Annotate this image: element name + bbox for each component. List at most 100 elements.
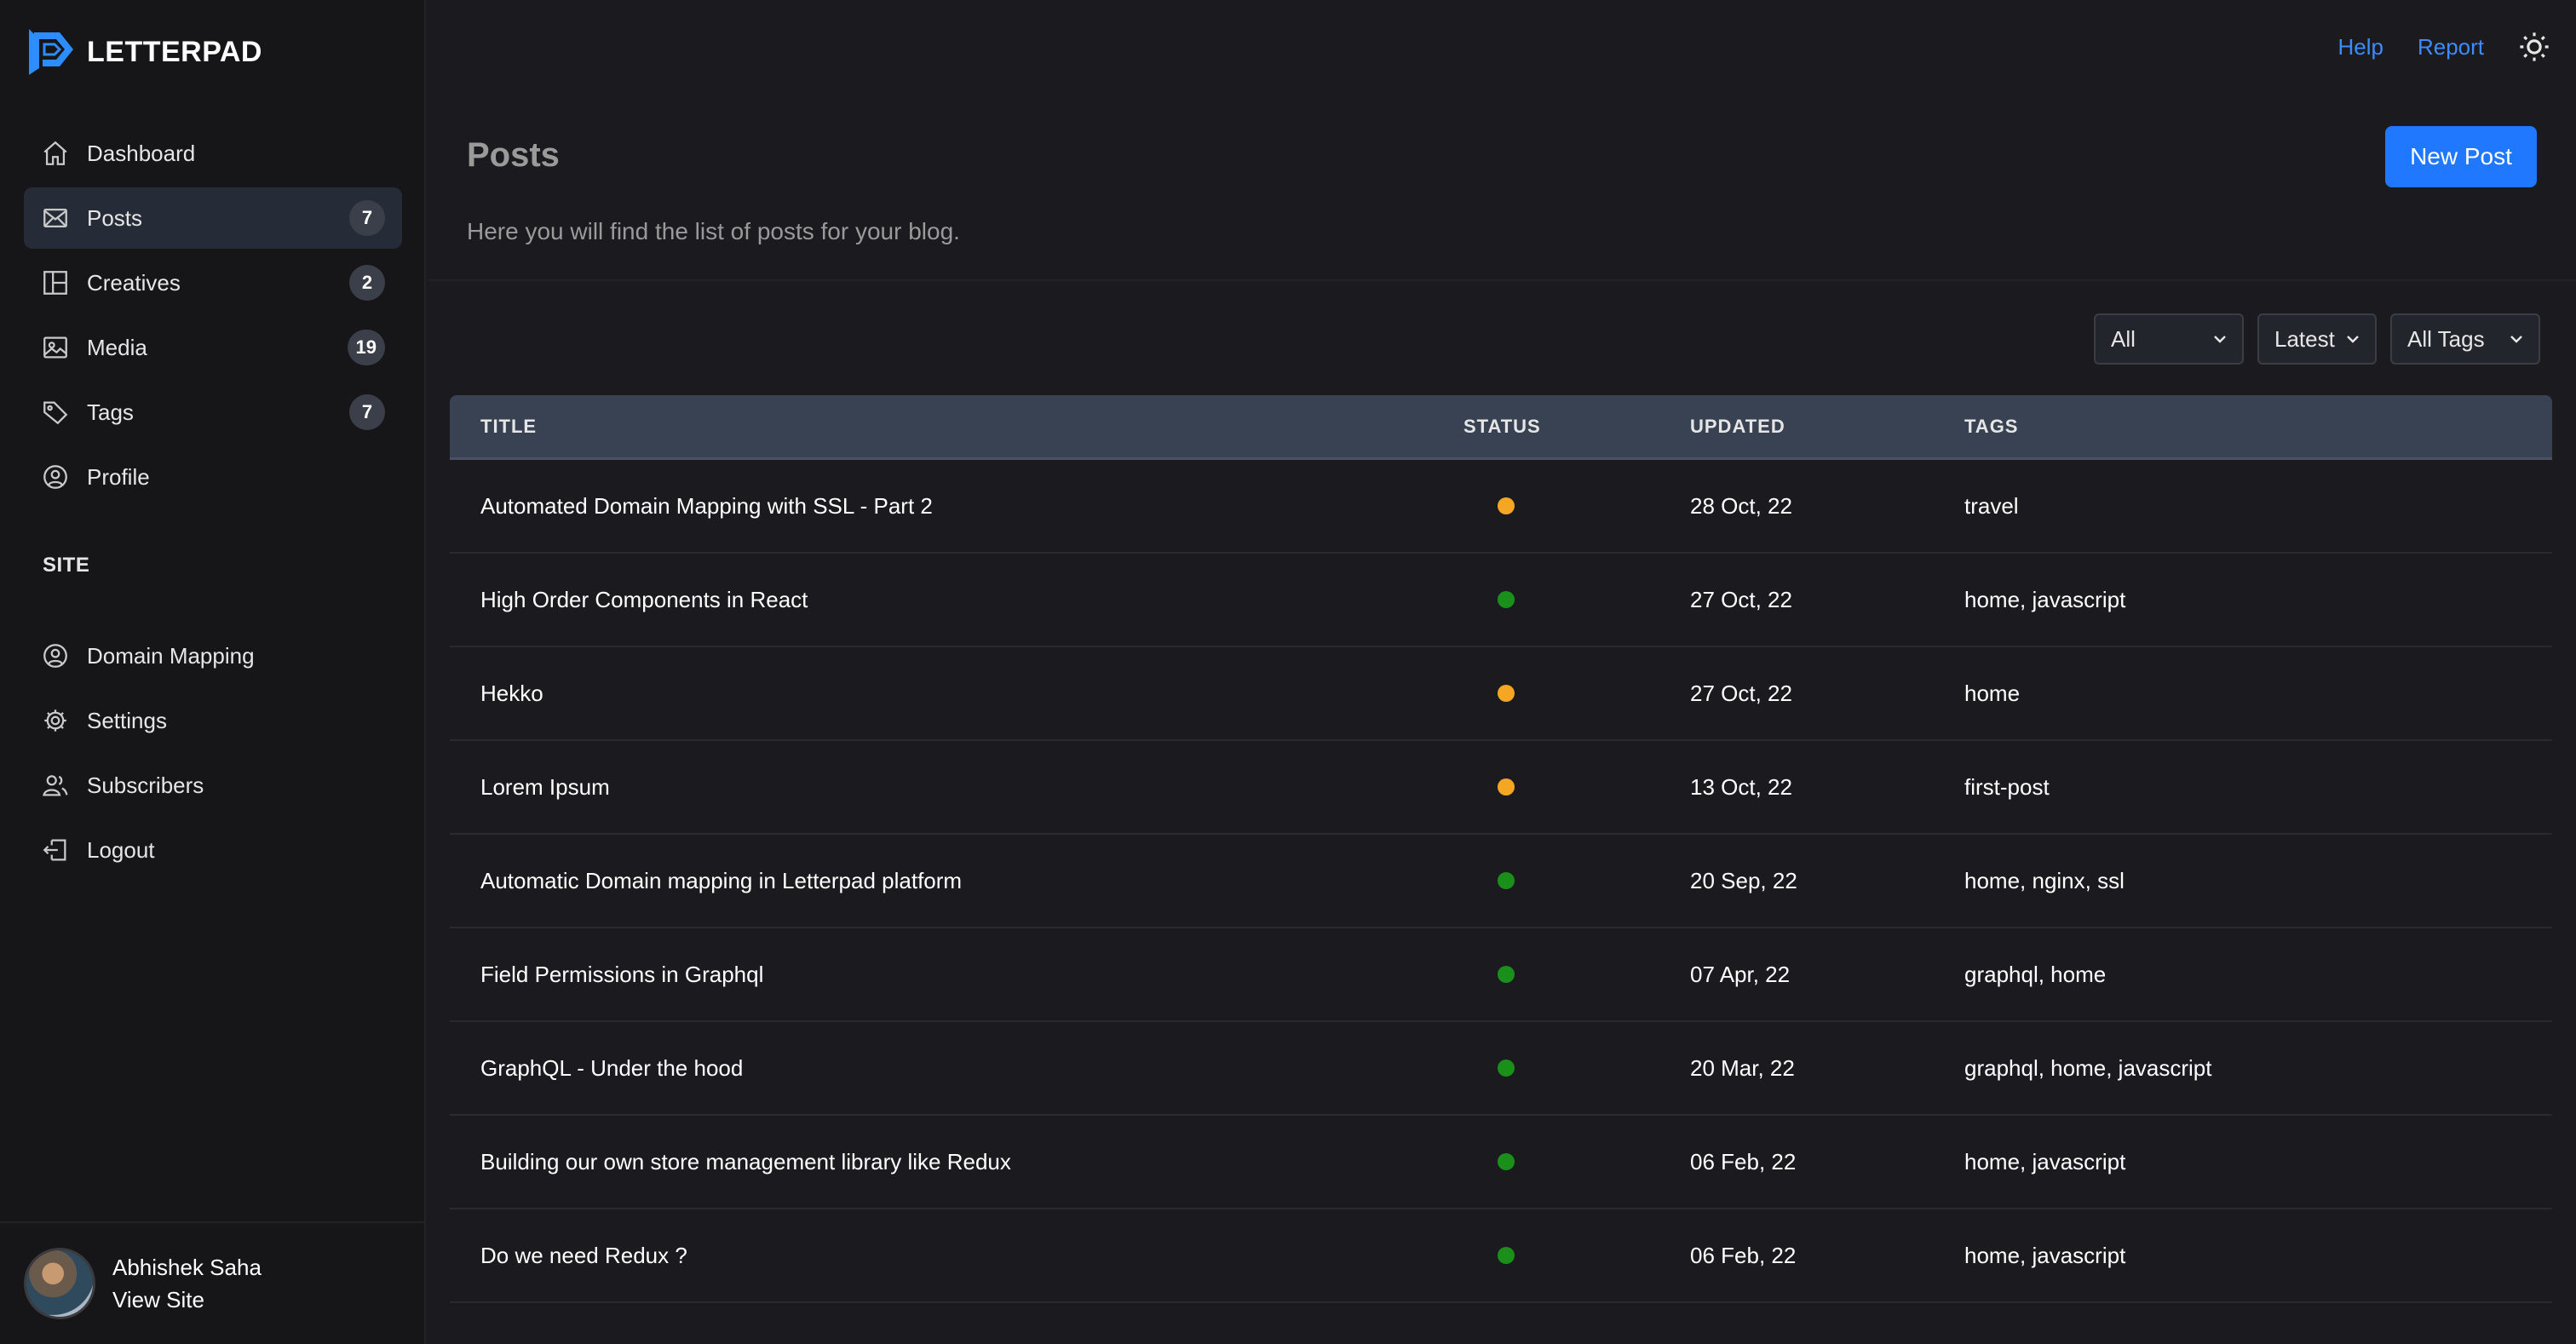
post-title[interactable]: Building our own store management librar… [450,1149,1463,1175]
logout-icon [41,836,70,864]
user-footer: Abhishek Saha View Site [0,1221,426,1344]
table-body: Automated Domain Mapping with SSL - Part… [450,460,2552,1303]
avatar[interactable] [24,1248,95,1319]
sun-icon[interactable] [2518,31,2550,63]
post-tags: first-post [1964,773,2050,800]
post-updated: 07 Apr, 22 [1690,961,1791,987]
status-cell [1463,1247,1690,1264]
post-title[interactable]: High Order Components in React [450,587,1463,613]
sidebar-item-profile[interactable]: Profile [24,446,402,508]
layout-icon [41,268,70,297]
count-badge: 7 [349,394,385,430]
column-header-tags[interactable]: TAGS [1964,416,2552,438]
posts-table: TITLE STATUS UPDATED TAGS Automated Doma… [450,395,2552,1303]
status-cell [1463,591,1690,608]
post-updated: 06 Feb, 22 [1690,1242,1797,1268]
users-icon [41,771,70,800]
main-nav: Dashboard Posts 7 Creatives 2 Media 19 T… [24,123,402,511]
table-row[interactable]: Building our own store management librar… [450,1116,2552,1209]
status-dot-draft [1498,778,1515,795]
help-link[interactable]: Help [2337,34,2383,60]
status-dot-published [1498,1247,1515,1264]
sidebar-item-label: Creatives [87,269,181,296]
table-row[interactable]: Lorem Ipsum 13 Oct, 22 first-post [450,741,2552,835]
sidebar-item-creatives[interactable]: Creatives 2 [24,252,402,313]
status-cell [1463,497,1690,514]
sidebar-item-label: Domain Mapping [87,642,255,669]
sidebar-item-subscribers[interactable]: Subscribers [24,755,402,816]
sidebar-item-dashboard[interactable]: Dashboard [24,123,402,184]
table-row[interactable]: Field Permissions in Graphql 07 Apr, 22 gr… [450,928,2552,1022]
status-dot-published [1498,966,1515,983]
post-updated: 20 Sep, 22 [1690,867,1797,893]
post-updated: 06 Feb, 22 [1690,1148,1797,1175]
site-nav: Domain Mapping Settings Subscribers Logo… [24,625,402,884]
status-filter-select[interactable]: All [2094,313,2244,365]
post-title[interactable]: Field Permissions in Graphql [450,962,1463,988]
user-info: Abhishek Saha View Site [112,1251,262,1316]
topbar: Help Report [2337,26,2550,68]
envelope-icon [41,204,70,233]
user-name: Abhishek Saha [112,1255,262,1280]
home-icon [41,139,70,168]
post-title[interactable]: GraphQL - Under the hood [450,1055,1463,1082]
status-cell [1463,1060,1690,1077]
page-description: Here you will find the list of posts for… [467,218,960,244]
sidebar: LETTERPAD Dashboard Posts 7 Creatives 2 [0,0,426,1344]
status-dot-published [1498,1060,1515,1077]
table-header: TITLE STATUS UPDATED TAGS [450,395,2552,460]
post-tags: graphql, home [1964,961,2107,987]
column-header-status[interactable]: STATUS [1463,416,1690,438]
filters: All Latest All Tags [2094,313,2540,365]
status-dot-draft [1498,497,1515,514]
sidebar-item-domain-mapping[interactable]: Domain Mapping [24,625,402,686]
status-cell [1463,872,1690,889]
table-row[interactable]: GraphQL - Under the hood 20 Mar, 22 graphq… [450,1022,2552,1116]
new-post-button[interactable]: New Post [2385,126,2537,187]
sidebar-item-posts[interactable]: Posts 7 [24,187,402,249]
sidebar-item-label: Logout [87,836,155,863]
chevron-down-icon [2510,336,2522,343]
chevron-down-icon [2347,336,2359,343]
page-header: Posts Here you will find the list of pos… [428,85,2576,281]
post-title[interactable]: Automated Domain Mapping with SSL - Part… [450,493,1463,520]
sidebar-item-tags[interactable]: Tags 7 [24,382,402,443]
status-cell [1463,966,1690,983]
chevron-down-icon [2214,336,2226,343]
view-site-link[interactable]: View Site [112,1284,262,1316]
table-row[interactable]: Automated Domain Mapping with SSL - Part… [450,460,2552,554]
site-section-title: SITE [43,554,90,577]
report-link[interactable]: Report [2418,34,2484,60]
count-badge: 7 [349,200,385,236]
column-header-title[interactable]: TITLE [450,416,1463,438]
brand[interactable]: LETTERPAD [26,26,262,78]
sidebar-item-settings[interactable]: Settings [24,690,402,751]
table-row[interactable]: Automatic Domain mapping in Letterpad pl… [450,835,2552,928]
sidebar-item-label: Posts [87,204,143,231]
post-tags: home, javascript [1964,586,2126,612]
sort-select[interactable]: Latest [2257,313,2377,365]
page-title: Posts [467,136,560,174]
post-title[interactable]: Hekko [450,681,1463,707]
count-badge: 19 [347,330,385,365]
sidebar-item-media[interactable]: Media 19 [24,317,402,378]
post-updated: 27 Oct, 22 [1690,680,1792,706]
sidebar-item-label: Dashboard [87,140,196,166]
column-header-updated[interactable]: UPDATED [1690,416,1964,438]
post-title[interactable]: Automatic Domain mapping in Letterpad pl… [450,868,1463,894]
letterpad-logo-icon [29,29,73,75]
image-icon [41,333,70,362]
tags-filter-select[interactable]: All Tags [2390,313,2540,365]
sidebar-item-label: Settings [87,707,167,733]
sidebar-item-logout[interactable]: Logout [24,819,402,881]
post-title[interactable]: Lorem Ipsum [450,774,1463,801]
table-row[interactable]: Do we need Redux ? 06 Feb, 22 home, javasc… [450,1209,2552,1303]
post-tags: home, javascript [1964,1242,2126,1268]
sidebar-item-label: Profile [87,463,150,490]
status-filter-value: All [2111,325,2136,352]
table-row[interactable]: Hekko 27 Oct, 22 home [450,647,2552,741]
tag-icon [41,398,70,427]
table-row[interactable]: High Order Components in React 27 Oct, 22… [450,554,2552,647]
post-title[interactable]: Do we need Redux ? [450,1243,1463,1269]
sort-value: Latest [2274,325,2335,352]
